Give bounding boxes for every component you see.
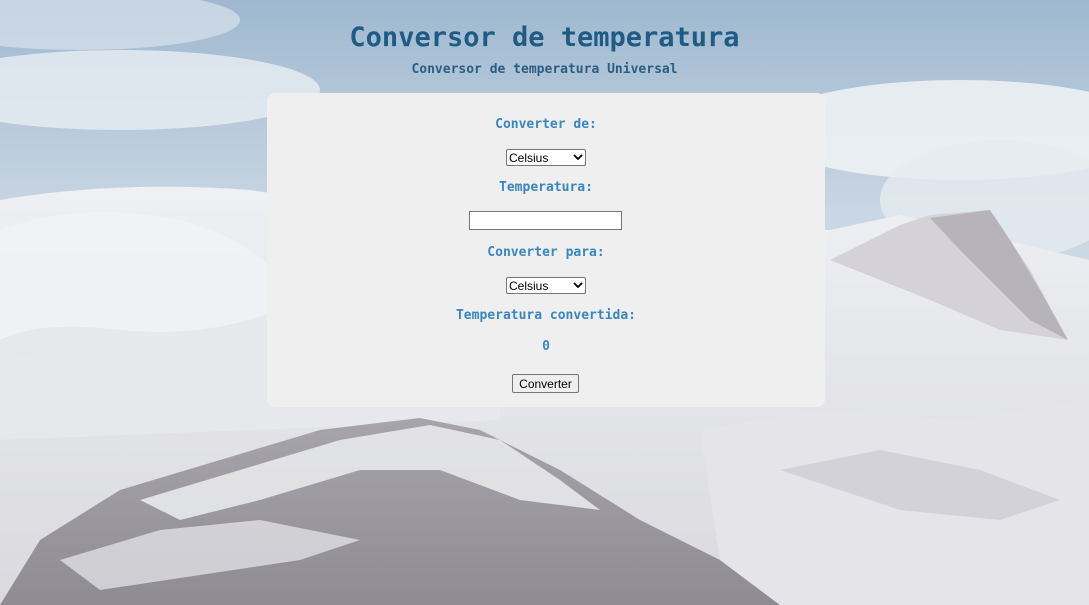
chevron-down-icon (571, 279, 585, 293)
page-subtitle: Conversor de temperatura Universal (411, 62, 678, 77)
page-title: Conversor de temperatura (349, 22, 740, 53)
temperature-label: Temperatura: (499, 180, 593, 195)
converter-card: Converter de: Celsius Temperatura: Conve… (267, 93, 825, 407)
chevron-down-icon (571, 151, 585, 165)
converted-temperature-value: 0 (542, 339, 550, 354)
to-unit-select[interactable]: Celsius (506, 277, 586, 294)
to-unit-label: Converter para: (487, 245, 605, 260)
temperature-input[interactable] (469, 211, 622, 230)
from-unit-select[interactable]: Celsius (506, 149, 586, 166)
from-unit-selected: Celsius (509, 150, 549, 165)
converted-temperature-label: Temperatura convertida: (455, 308, 636, 323)
from-unit-label: Converter de: (495, 117, 597, 132)
to-unit-selected: Celsius (509, 278, 549, 293)
convert-button[interactable]: Converter (512, 374, 579, 393)
